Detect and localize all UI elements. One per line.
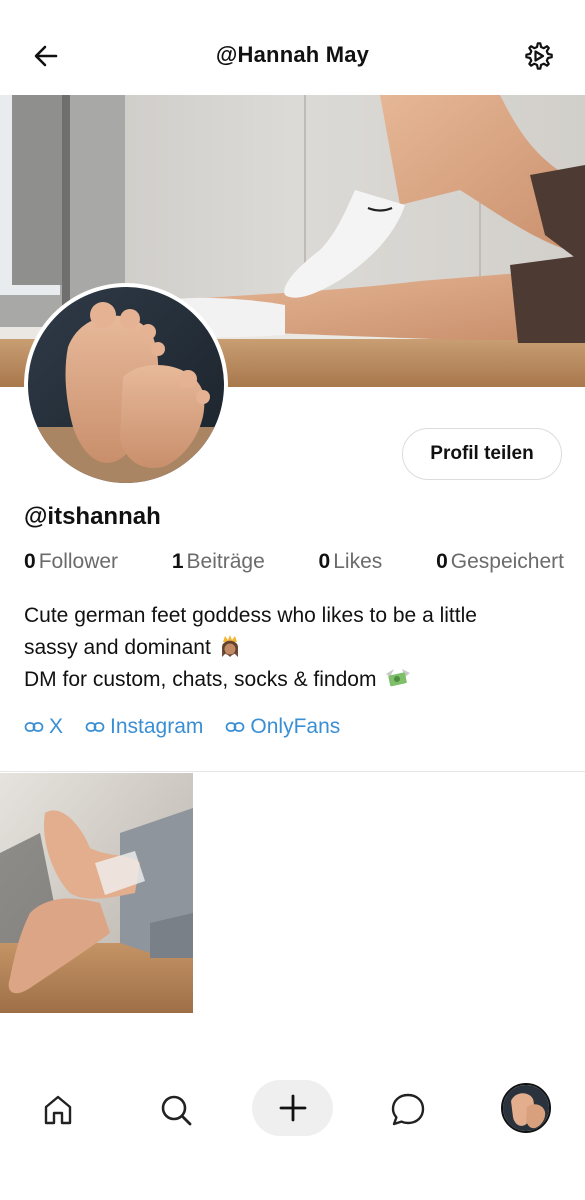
top-bar: @Hannah May	[0, 0, 585, 95]
link-icon	[24, 722, 44, 732]
bottom-nav	[0, 1070, 585, 1150]
nav-profile-avatar[interactable]	[501, 1083, 551, 1133]
share-profile-button[interactable]: Profil teilen	[402, 428, 562, 480]
stat-likes[interactable]: 0 Likes	[319, 550, 383, 574]
profile-bio: Cute german feet goddess who likes to be…	[24, 600, 564, 696]
home-icon	[44, 1095, 72, 1125]
nav-search[interactable]	[148, 1082, 204, 1138]
post-thumbnail[interactable]	[0, 773, 193, 1013]
settings-button[interactable]	[519, 36, 559, 76]
profile-links: X Instagram OnlyFans	[24, 715, 340, 739]
nav-messages[interactable]	[380, 1082, 436, 1138]
bio-line-2: sassy and dominant	[24, 632, 564, 664]
link-onlyfans[interactable]: OnlyFans	[225, 715, 340, 739]
bio-line-3: DM for custom, chats, socks & findom	[24, 664, 564, 696]
money-with-wings-emoji-icon	[386, 669, 411, 687]
plus-icon	[279, 1094, 306, 1122]
profile-handle: @itshannah	[24, 503, 161, 530]
stat-posts[interactable]: 1 Beiträge	[172, 550, 265, 574]
chat-bubble-icon	[391, 1093, 425, 1126]
search-icon	[161, 1095, 192, 1126]
princess-emoji-icon	[221, 635, 238, 657]
profile-stats: 0 Follower 1 Beiträge 0 Likes 0 Gespeichert	[24, 550, 564, 574]
link-instagram[interactable]: Instagram	[85, 715, 203, 739]
link-icon	[225, 722, 245, 732]
stat-saved[interactable]: 0 Gespeichert	[436, 550, 564, 574]
nav-home[interactable]	[30, 1082, 86, 1138]
link-icon	[85, 722, 105, 732]
nav-create[interactable]	[252, 1080, 333, 1136]
profile-avatar[interactable]	[24, 283, 228, 487]
gear-icon	[525, 42, 553, 70]
page-title: @Hannah May	[215, 42, 370, 67]
link-x[interactable]: X	[24, 715, 63, 739]
stat-followers[interactable]: 0 Follower	[24, 550, 118, 574]
section-divider	[0, 771, 585, 772]
bio-line-1: Cute german feet goddess who likes to be…	[24, 604, 477, 627]
